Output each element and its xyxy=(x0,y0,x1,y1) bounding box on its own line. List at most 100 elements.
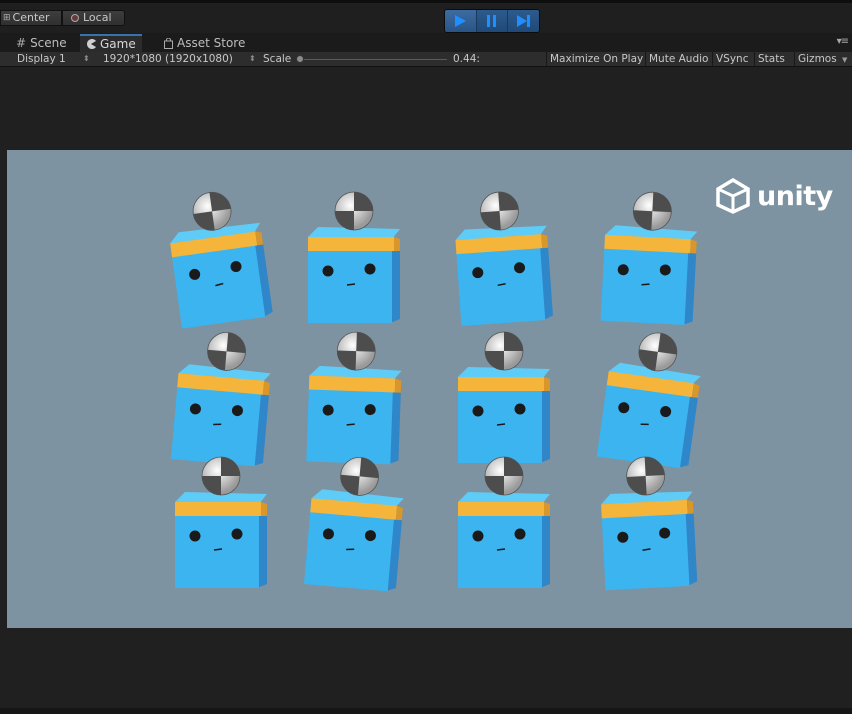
maximize-on-play-toggle[interactable]: Maximize On Play xyxy=(546,52,646,66)
step-icon xyxy=(516,15,530,27)
main-toolbar: ⊞ Center Local xyxy=(0,0,852,33)
cube-mouth xyxy=(346,283,356,286)
game-view[interactable]: unity xyxy=(7,150,852,628)
cube-mouth xyxy=(346,548,355,551)
ball-panel xyxy=(354,192,373,211)
beach-ball xyxy=(336,331,376,371)
cube-mouth xyxy=(496,548,506,551)
beach-ball xyxy=(484,331,524,371)
cube-character xyxy=(170,332,271,467)
display-dropdown[interactable]: Display 1 xyxy=(17,52,66,66)
tab-asset-store[interactable]: Asset Store xyxy=(158,34,251,52)
tab-game[interactable]: Game xyxy=(80,34,142,52)
cube-eye xyxy=(472,530,484,542)
ball-panel xyxy=(485,476,504,495)
tab-menu-icon[interactable]: ▾≡ xyxy=(837,36,849,47)
cube-character xyxy=(596,332,701,469)
pivot-icon: ⊞ xyxy=(3,13,11,23)
pause-icon xyxy=(487,15,496,27)
cube-band xyxy=(458,502,544,516)
beach-ball xyxy=(192,191,232,231)
cube-character xyxy=(308,191,400,323)
cube-mouth xyxy=(641,283,650,286)
unity-logo-text: unity xyxy=(757,180,833,212)
pivot-local-button[interactable]: Local xyxy=(62,10,125,26)
ball-panel xyxy=(335,211,354,230)
ball-panel xyxy=(202,476,221,495)
cube-character xyxy=(601,456,698,591)
beach-ball xyxy=(480,191,519,231)
pivot-center-label: Center xyxy=(12,11,50,24)
cube-character xyxy=(600,191,698,326)
cube-band xyxy=(308,237,394,251)
stats-label: Stats xyxy=(758,53,785,65)
cube-band xyxy=(458,377,544,391)
tab-scene[interactable]: # Scene xyxy=(10,34,73,52)
cube-eye xyxy=(472,405,484,417)
cube-band-side xyxy=(544,377,550,391)
mute-audio-label: Mute Audio xyxy=(649,53,709,65)
local-icon xyxy=(71,14,79,22)
cube-character xyxy=(170,191,273,329)
scale-slider-knob[interactable] xyxy=(296,55,304,63)
cube-mouth xyxy=(346,423,355,426)
cube-band-side xyxy=(261,502,267,516)
cube-band-side xyxy=(544,502,550,516)
scale-slider-track[interactable] xyxy=(297,59,447,60)
beach-ball xyxy=(334,191,374,231)
scale-label: Scale xyxy=(263,53,292,65)
ball-panel xyxy=(226,332,246,354)
cube-eye xyxy=(514,528,526,540)
pivot-local-label: Local xyxy=(83,11,112,24)
gizmos-dropdown[interactable]: Gizmos ▼ xyxy=(794,52,850,66)
vsync-toggle[interactable]: VSync xyxy=(712,52,752,66)
cube-character xyxy=(303,457,404,592)
display-label: Display 1 xyxy=(17,53,66,65)
game-scene xyxy=(170,191,701,592)
cube-band xyxy=(175,502,261,516)
tab-scene-label: Scene xyxy=(30,36,67,50)
pivot-center-button[interactable]: ⊞ Center xyxy=(0,10,62,26)
unity-cube-icon xyxy=(716,178,750,214)
cube-band-side xyxy=(394,237,400,251)
cube-character xyxy=(306,331,402,465)
maximize-on-play-label: Maximize On Play xyxy=(550,53,644,65)
step-button[interactable] xyxy=(508,10,539,32)
bag-icon xyxy=(164,37,173,49)
ball-panel xyxy=(485,351,504,370)
display-dropdown-arrows-icon: ⬍ xyxy=(83,54,90,63)
beach-ball xyxy=(632,191,672,231)
cube-band-side xyxy=(690,239,697,254)
tab-asset-store-label: Asset Store xyxy=(177,36,246,50)
cube-band-side xyxy=(541,234,549,249)
cube-band-side xyxy=(686,499,694,514)
pause-button[interactable] xyxy=(476,10,509,32)
cube-band xyxy=(308,375,396,393)
resolution-label: 1920*1080 (1920x1080) xyxy=(103,53,233,65)
cube-mouth xyxy=(496,423,506,426)
cube-eye xyxy=(322,265,334,277)
tab-game-label: Game xyxy=(100,37,136,51)
bottom-border xyxy=(0,708,852,714)
scale-value: 0.44: xyxy=(453,53,480,65)
cube-eye xyxy=(189,530,201,542)
cube-character xyxy=(458,456,550,588)
cube-eye xyxy=(364,263,376,275)
ball-panel xyxy=(657,333,677,355)
play-icon xyxy=(455,15,467,27)
beach-ball xyxy=(207,332,246,371)
unity-logo: unity xyxy=(715,178,833,214)
cube-band-side xyxy=(394,378,402,393)
resolution-dropdown[interactable]: 1920*1080 (1920x1080) xyxy=(103,52,233,66)
cube-character xyxy=(175,456,267,588)
cube-character xyxy=(455,191,553,326)
playback-controls xyxy=(444,9,540,33)
stats-toggle[interactable]: Stats xyxy=(754,52,788,66)
mute-audio-toggle[interactable]: Mute Audio xyxy=(645,52,711,66)
window-tab-bar: # Scene Game Asset Store ▾≡ xyxy=(0,33,852,52)
gizmos-arrow-icon: ▼ xyxy=(842,56,848,64)
cube-eye xyxy=(514,403,526,415)
cube-band-side xyxy=(262,380,270,396)
play-button[interactable] xyxy=(445,10,477,32)
resolution-dropdown-arrows-icon: ⬍ xyxy=(249,54,256,63)
